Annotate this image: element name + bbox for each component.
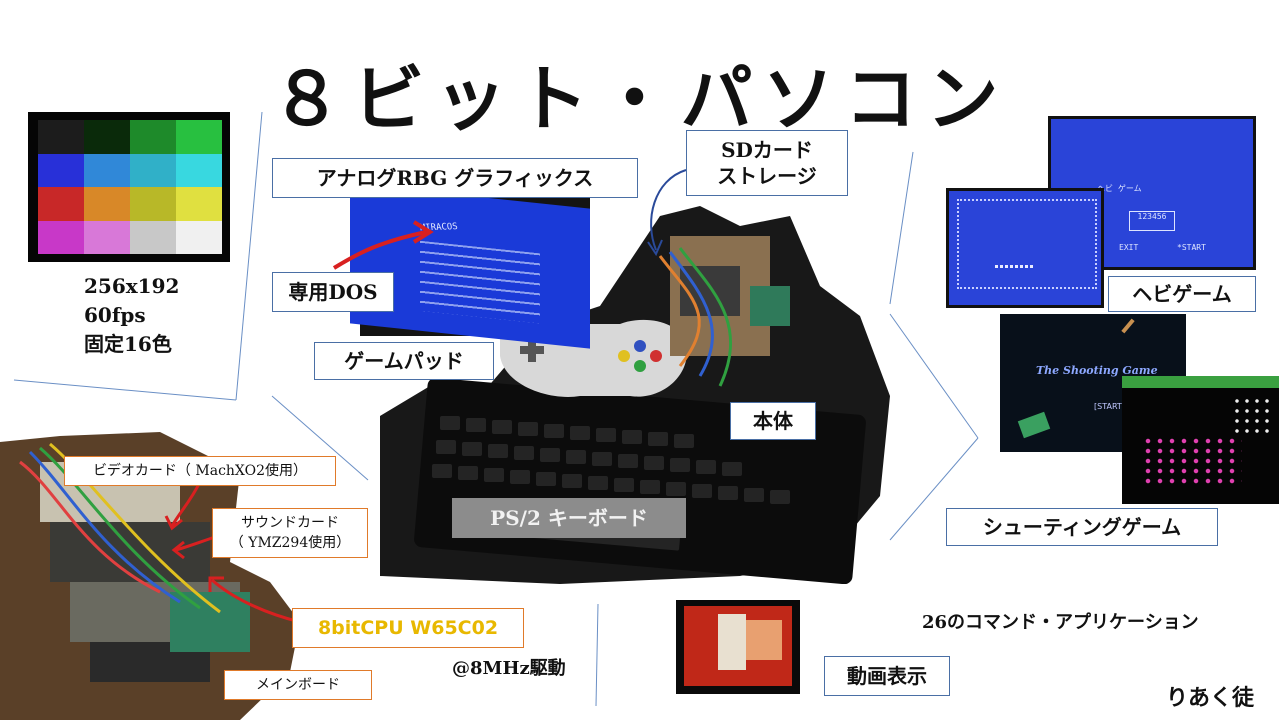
- shooting-game-label: シューティングゲーム: [946, 508, 1218, 546]
- main-board-label: メインボード: [224, 670, 372, 700]
- snake-game-screen-small: [946, 188, 1104, 308]
- shooting-game-screen-2: [1122, 376, 1279, 504]
- sd-storage-label: SDカード ストレージ: [686, 130, 848, 196]
- video-playback-label: 動画表示: [824, 656, 950, 696]
- sd-storage-line2: ストレージ: [717, 164, 817, 188]
- dos-label: 専用DOS: [272, 272, 394, 312]
- snake-game-label: ヘビゲーム: [1108, 276, 1256, 312]
- gamepad-label: ゲームパッド: [314, 342, 494, 380]
- snake-exit: EXIT: [1119, 243, 1139, 252]
- clock-label: @8MHz駆動: [452, 658, 566, 679]
- keyboard-label: PS/2 キーボード: [452, 498, 686, 538]
- cpu-label: 8bitCPU W65C02: [292, 608, 524, 648]
- sd-storage-line1: SDカード: [721, 138, 813, 162]
- video-playback-photo: [676, 600, 800, 694]
- video-card-label: ビデオカード（ MachXO2使用）: [64, 456, 336, 486]
- commands-label: 26のコマンド・アプリケーション: [922, 612, 1199, 633]
- snake-score: 123456: [1129, 211, 1175, 231]
- snake-start: *START: [1177, 243, 1206, 252]
- main-unit-label: 本体: [730, 402, 816, 440]
- author-label: りあく徒: [1166, 685, 1255, 711]
- graphics-label: アナログRBG グラフィックス: [272, 158, 638, 198]
- sound-card-label: サウンドカード （ YMZ294使用）: [212, 508, 368, 558]
- sound-card-line1: サウンドカード: [241, 515, 339, 531]
- sound-card-line2: （ YMZ294使用）: [229, 535, 351, 551]
- dos-arrow: [332, 220, 434, 270]
